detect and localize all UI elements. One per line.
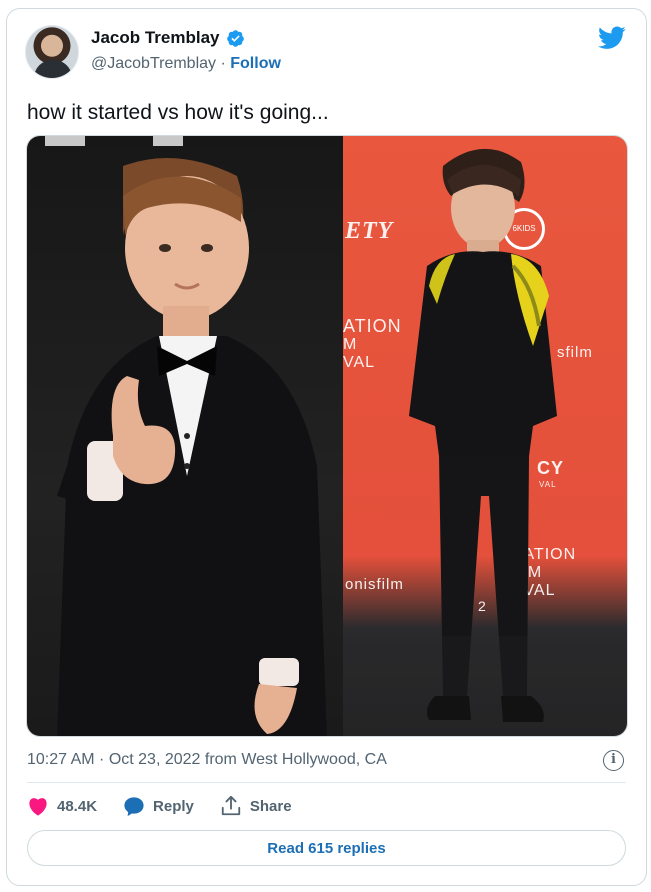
info-icon[interactable]: i [603, 750, 624, 771]
tweet-media[interactable]: ETY 6KIDS ATION M VAL sfilm CY VAL IATIO… [26, 135, 628, 737]
action-bar: 48.4K Reply Share [27, 795, 318, 817]
follow-button[interactable]: Follow [230, 55, 281, 72]
heart-icon [29, 798, 47, 816]
handle[interactable]: @JacobTremblay [91, 55, 216, 72]
divider [27, 782, 626, 783]
like-count: 48.4K [57, 797, 98, 815]
avatar[interactable] [25, 25, 79, 79]
avatar-shirt [34, 60, 72, 78]
read-replies-button[interactable]: Read 615 replies [27, 830, 626, 866]
tweet-timestamp[interactable]: 10:27 AM · Oct 23, 2022 from West Hollyw… [27, 751, 387, 769]
display-name[interactable]: Jacob Tremblay [91, 28, 220, 48]
like-button[interactable]: 48.4K [27, 796, 97, 816]
share-label: Share [249, 797, 292, 815]
photo-then[interactable] [27, 136, 343, 736]
share-button[interactable]: Share [220, 795, 292, 817]
share-upload-icon [221, 795, 241, 816]
separator: · [216, 55, 231, 72]
photo-now[interactable]: ETY 6KIDS ATION M VAL sfilm CY VAL IATIO… [343, 136, 627, 736]
handle-row: @JacobTremblay · Follow [91, 55, 281, 73]
boy-in-tuxedo-illustration [45, 136, 327, 736]
twitter-bird-icon[interactable] [598, 26, 626, 50]
teen-in-suit-illustration [343, 148, 627, 736]
reply-label: Reply [153, 797, 194, 815]
speech-bubble-icon [124, 796, 144, 816]
author-name-row: Jacob Tremblay [91, 28, 245, 48]
tweet-card: Jacob Tremblay @JacobTremblay · Follow h… [6, 8, 647, 886]
verified-badge-icon [226, 29, 244, 47]
reply-button[interactable]: Reply [123, 796, 194, 817]
tweet-text: how it started vs how it's going... [27, 101, 329, 124]
